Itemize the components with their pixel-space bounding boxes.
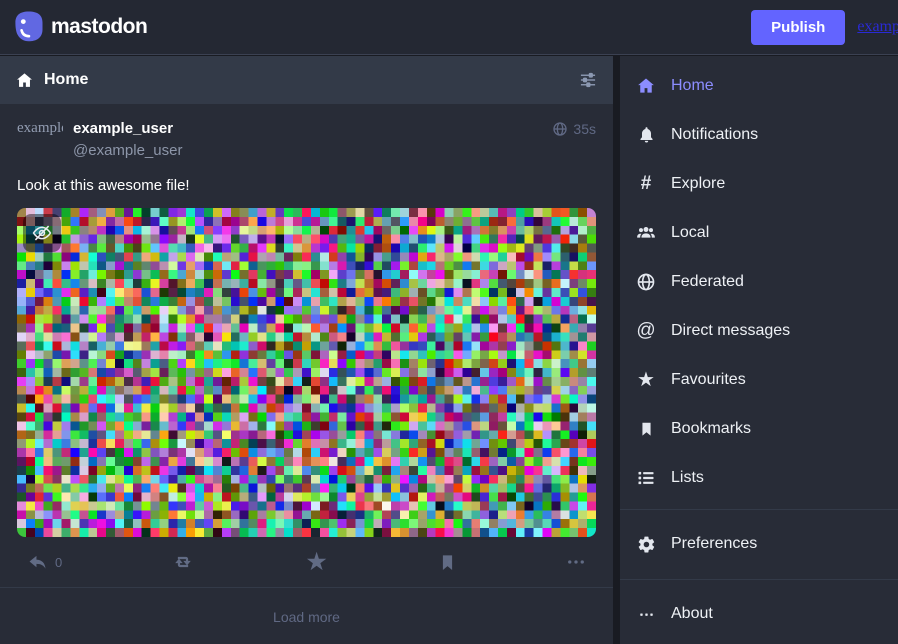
at-icon: @ xyxy=(634,321,658,341)
hashtag-icon: # xyxy=(634,174,658,194)
eye-slash-icon xyxy=(31,222,53,244)
reply-count: 0 xyxy=(55,555,62,570)
more-options-button[interactable] xyxy=(562,548,590,576)
account-handle: @example_user xyxy=(73,142,182,159)
sidebar-item-notifications[interactable]: Notifications xyxy=(620,110,898,159)
home-timeline-column: Home example_user example_user @example_… xyxy=(0,56,613,644)
sidebar-item-label: Direct messages xyxy=(671,322,790,340)
status-action-bar: 0 ★ xyxy=(17,537,596,587)
boost-icon xyxy=(172,551,194,573)
sidebar-item-preferences[interactable]: Preferences xyxy=(620,516,898,572)
home-icon xyxy=(15,71,34,90)
sidebar-item-local[interactable]: Local xyxy=(620,208,898,257)
sidebar-item-label: Home xyxy=(671,77,714,95)
top-bar: mastodon Publish examp xyxy=(0,0,898,55)
sidebar-item-direct-messages[interactable]: @ Direct messages xyxy=(620,306,898,355)
sidebar-divider xyxy=(620,579,898,580)
bookmark-icon xyxy=(439,553,456,572)
status-content: Look at this awesome file! xyxy=(17,177,596,194)
bookmark-icon xyxy=(634,420,658,438)
sidebar-item-favourites[interactable]: ★ Favourites xyxy=(620,355,898,404)
sidebar-item-label: Federated xyxy=(671,273,744,291)
boost-button[interactable] xyxy=(168,547,198,577)
display-name[interactable]: example_user xyxy=(73,120,182,137)
ellipsis-icon xyxy=(634,606,658,623)
globe-icon xyxy=(634,272,658,292)
mastodon-logo[interactable]: mastodon xyxy=(12,10,147,45)
list-icon xyxy=(634,468,658,488)
mastodon-logo-icon xyxy=(12,10,45,45)
sidebar-item-lists[interactable]: Lists xyxy=(620,453,898,502)
load-more-button[interactable]: Load more xyxy=(0,587,613,644)
favourite-button[interactable]: ★ xyxy=(301,548,333,576)
hide-media-button[interactable] xyxy=(23,214,61,252)
sidebar-item-label: Local xyxy=(671,224,709,242)
attachment-noise-canvas xyxy=(17,208,596,537)
star-icon: ★ xyxy=(305,552,329,572)
status-header: example_user example_user @example_user … xyxy=(17,118,596,164)
account-name-block[interactable]: example_user @example_user xyxy=(73,118,182,164)
home-icon xyxy=(634,76,658,96)
gear-icon xyxy=(634,535,658,554)
column-settings-icon[interactable] xyxy=(578,70,598,90)
users-icon xyxy=(634,223,658,243)
reply-button[interactable]: 0 xyxy=(23,548,66,577)
media-attachment[interactable] xyxy=(17,208,596,537)
ellipsis-icon xyxy=(566,552,586,572)
sidebar-item-label: Favourites xyxy=(671,371,746,389)
sidebar-item-federated[interactable]: Federated xyxy=(620,257,898,306)
bell-icon xyxy=(634,125,658,145)
sidebar-item-label: Bookmarks xyxy=(671,420,751,438)
sidebar-item-label: About xyxy=(671,605,713,623)
status-post: example_user example_user @example_user … xyxy=(0,104,613,587)
sidebar-item-bookmarks[interactable]: Bookmarks xyxy=(620,404,898,453)
sidebar-item-label: Notifications xyxy=(671,126,758,144)
sidebar-item-label: Explore xyxy=(671,175,725,193)
status-meta[interactable]: 35s xyxy=(552,118,596,164)
visibility-globe-icon xyxy=(552,121,568,137)
star-icon: ★ xyxy=(634,370,658,390)
corner-user-link[interactable]: examp xyxy=(857,18,898,36)
sidebar-item-label: Preferences xyxy=(671,535,757,553)
sidebar-item-explore[interactable]: # Explore xyxy=(620,159,898,208)
navigation-panel: Home Notifications # Explore Local xyxy=(620,56,898,644)
sidebar-item-label: Lists xyxy=(671,469,704,487)
sidebar-item-home[interactable]: Home xyxy=(620,61,898,110)
column-title: Home xyxy=(44,71,88,89)
avatar[interactable]: example_user xyxy=(17,118,63,164)
column-header[interactable]: Home xyxy=(0,56,613,104)
timestamp: 35s xyxy=(573,121,596,137)
mastodon-wordmark: mastodon xyxy=(51,15,147,39)
bookmark-button[interactable] xyxy=(435,549,460,576)
publish-button[interactable]: Publish xyxy=(751,10,845,45)
sidebar-item-about[interactable]: About xyxy=(620,586,898,642)
sidebar-divider xyxy=(620,509,898,510)
reply-icon xyxy=(27,552,48,573)
